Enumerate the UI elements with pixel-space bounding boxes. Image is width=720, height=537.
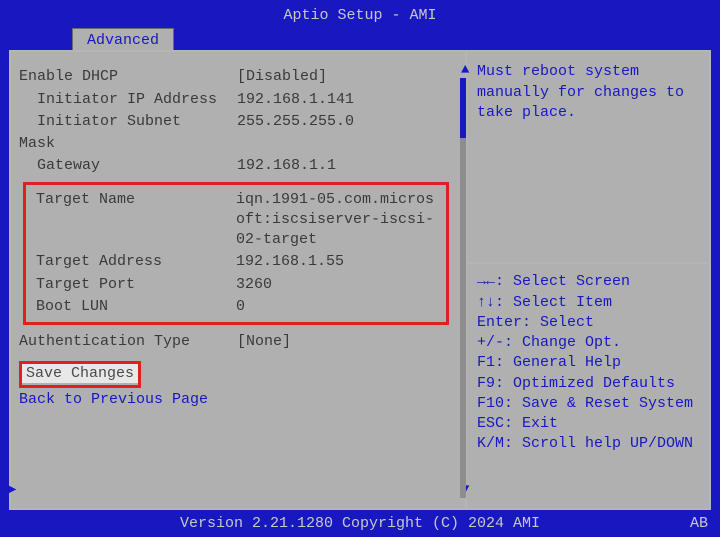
- scrollbar-track[interactable]: [460, 78, 466, 498]
- help-separator: [465, 262, 711, 264]
- target-address-value: 192.168.1.55: [236, 252, 442, 272]
- hint-defaults: F9: Optimized Defaults: [477, 374, 701, 394]
- initiator-ip-row[interactable]: Initiator IP Address 192.168.1.141: [19, 89, 459, 111]
- initiator-subnet-value: 255.255.255.0: [237, 112, 459, 132]
- boot-lun-value: 0: [236, 297, 442, 317]
- current-item-marker-icon: ▶: [8, 481, 16, 500]
- save-changes-highlight: Save Changes: [19, 361, 141, 387]
- hint-enter: Enter: Select: [477, 313, 701, 333]
- settings-panel: ▲ Enable DHCP [Disabled] Initiator IP Ad…: [11, 52, 467, 508]
- enable-dhcp-value: [Disabled]: [237, 67, 459, 87]
- auth-type-value: [None]: [237, 332, 459, 352]
- key-hints: →←: Select Screen ↑↓: Select Item Enter:…: [477, 272, 701, 498]
- target-port-value: 3260: [236, 275, 442, 295]
- boot-lun-row[interactable]: Boot LUN 0: [36, 296, 442, 318]
- hint-change-opt: +/-: Change Opt.: [477, 333, 701, 353]
- mask-row: Mask: [19, 133, 459, 155]
- target-name-row[interactable]: Target Name iqn.1991-05.com.microsoft:is…: [36, 189, 442, 252]
- window-title: Aptio Setup - AMI: [0, 0, 720, 28]
- enable-dhcp-row[interactable]: Enable DHCP [Disabled]: [19, 66, 459, 88]
- target-highlight-box: Target Name iqn.1991-05.com.microsoft:is…: [23, 182, 449, 326]
- tab-row: Advanced: [0, 28, 720, 50]
- back-link[interactable]: Back to Previous Page: [19, 388, 459, 410]
- hint-save-reset: F10: Save & Reset System: [477, 394, 701, 414]
- boot-lun-label: Boot LUN: [36, 297, 236, 317]
- hint-select-screen: →←: Select Screen: [477, 272, 701, 292]
- help-text: Must reboot system manually for changes …: [477, 62, 701, 262]
- initiator-ip-value: 192.168.1.141: [237, 90, 459, 110]
- gateway-label: Gateway: [19, 156, 237, 176]
- target-name-value: iqn.1991-05.com.microsoft:iscsiserver-is…: [236, 190, 442, 251]
- save-changes-button[interactable]: Save Changes: [22, 364, 138, 383]
- help-panel: Must reboot system manually for changes …: [467, 52, 709, 508]
- hint-select-item: ↑↓: Select Item: [477, 293, 701, 313]
- hint-scroll-help: K/M: Scroll help UP/DOWN: [477, 434, 701, 454]
- initiator-subnet-row[interactable]: Initiator Subnet 255.255.255.0: [19, 111, 459, 133]
- initiator-ip-label: Initiator IP Address: [19, 90, 237, 110]
- target-port-label: Target Port: [36, 275, 236, 295]
- scrollbar-thumb[interactable]: [460, 78, 466, 138]
- mask-label: Mask: [19, 134, 237, 154]
- ab-indicator: AB: [690, 514, 708, 534]
- gateway-row[interactable]: Gateway 192.168.1.1: [19, 155, 459, 177]
- auth-type-label: Authentication Type: [19, 332, 237, 352]
- auth-type-row[interactable]: Authentication Type [None]: [19, 331, 459, 353]
- target-address-row[interactable]: Target Address 192.168.1.55: [36, 251, 442, 273]
- gateway-value: 192.168.1.1: [237, 156, 459, 176]
- target-name-label: Target Name: [36, 190, 236, 251]
- enable-dhcp-label: Enable DHCP: [19, 67, 237, 87]
- footer-version: Version 2.21.1280 Copyright (C) 2024 AMI: [0, 510, 720, 534]
- target-address-label: Target Address: [36, 252, 236, 272]
- hint-general-help: F1: General Help: [477, 353, 701, 373]
- main-frame: ▲ Enable DHCP [Disabled] Initiator IP Ad…: [9, 50, 711, 510]
- hint-exit: ESC: Exit: [477, 414, 701, 434]
- target-port-row[interactable]: Target Port 3260: [36, 274, 442, 296]
- initiator-subnet-label: Initiator Subnet: [19, 112, 237, 132]
